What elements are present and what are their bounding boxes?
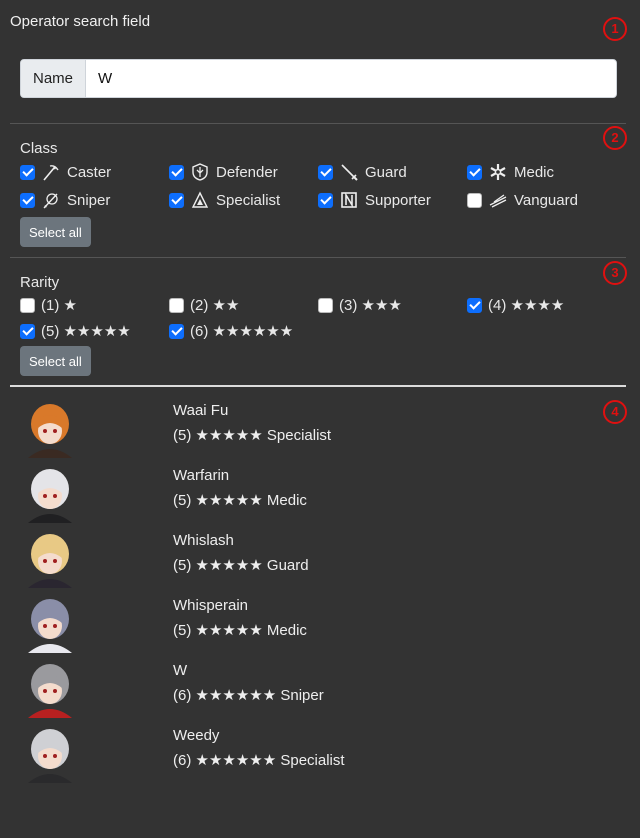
rarity-filter-option-label: (6) ★★★★★★ bbox=[190, 323, 294, 340]
class-filter-option[interactable]: Supporter bbox=[318, 189, 467, 211]
operator-result-item[interactable]: Whisperain (5) ★★★★★ Medic bbox=[20, 595, 620, 655]
rarity-filter-option-label: (3) ★★★ bbox=[339, 297, 402, 314]
rarity-filter-checkbox[interactable] bbox=[20, 297, 35, 313]
rarity-filter-option-label: (4) ★★★★ bbox=[488, 297, 565, 314]
rarity-filter-row-1: (1) ★ (2) ★★ (3) ★★★ (4) ★★★★ bbox=[20, 294, 616, 316]
rarity-filter-checkbox[interactable] bbox=[169, 323, 184, 339]
rarity-filter-option[interactable]: (1) ★ bbox=[20, 294, 169, 316]
operator-portrait bbox=[28, 469, 72, 523]
operator-name: Whisperain bbox=[173, 597, 249, 614]
class-filter-row-1: Caster Defender Guard Medic bbox=[20, 161, 616, 183]
class-filter-checkbox[interactable] bbox=[467, 164, 482, 180]
operator-name: Warfarin bbox=[173, 467, 230, 484]
class-filter-checkbox[interactable] bbox=[169, 192, 184, 208]
operator-result-item[interactable]: Waai Fu (5) ★★★★★ Specialist bbox=[20, 400, 620, 460]
class-filter-option-label: Supporter bbox=[365, 191, 431, 209]
operator-name: Weedy bbox=[173, 727, 220, 744]
name-field-label: Name bbox=[21, 60, 87, 97]
class-filter-checkbox[interactable] bbox=[169, 164, 184, 180]
sniper-icon bbox=[43, 193, 58, 209]
class-filter-option-label: Defender bbox=[216, 163, 278, 181]
rarity-select-all-button[interactable]: Select all bbox=[20, 346, 91, 376]
page-title: Operator search field bbox=[10, 13, 151, 30]
class-filter-option-label: Medic bbox=[514, 163, 555, 181]
class-filter-option[interactable]: Caster bbox=[20, 161, 169, 183]
rarity-filter-option[interactable]: (4) ★★★★ bbox=[467, 294, 616, 316]
results-divider bbox=[10, 385, 626, 387]
class-filter-option[interactable]: Sniper bbox=[20, 189, 169, 211]
rarity-filter-checkbox[interactable] bbox=[318, 297, 333, 313]
defender-icon bbox=[192, 163, 208, 181]
operator-portrait bbox=[28, 534, 72, 588]
operator-name: W bbox=[173, 662, 188, 679]
rarity-filter-checkbox[interactable] bbox=[467, 297, 482, 313]
name-search-input[interactable] bbox=[86, 60, 616, 97]
operator-result-item[interactable]: W (6) ★★★★★★ Sniper bbox=[20, 660, 620, 720]
medic-icon bbox=[490, 164, 506, 180]
class-filter-option[interactable]: Specialist bbox=[169, 189, 318, 211]
class-filter-checkbox[interactable] bbox=[467, 192, 482, 208]
rarity-filter-option-label: (2) ★★ bbox=[190, 297, 240, 314]
section-divider bbox=[10, 257, 626, 258]
rarity-filter-option[interactable]: (6) ★★★★★★ bbox=[169, 320, 318, 342]
class-filter-row-2: Sniper Specialist Supporter Vanguard bbox=[20, 189, 616, 211]
section-divider bbox=[10, 123, 626, 124]
class-filter-checkbox[interactable] bbox=[318, 192, 333, 208]
supporter-icon bbox=[341, 192, 357, 208]
rarity-filter-option-label: (1) ★ bbox=[41, 297, 77, 314]
class-filter-option[interactable]: Vanguard bbox=[467, 189, 616, 211]
class-filter-option-label: Guard bbox=[365, 163, 407, 181]
class-filter-option-label: Specialist bbox=[216, 191, 281, 209]
operator-result-item[interactable]: Warfarin (5) ★★★★★ Medic bbox=[20, 465, 620, 525]
operator-result-item[interactable]: Weedy (6) ★★★★★★ Specialist bbox=[20, 725, 620, 785]
guard-icon bbox=[341, 164, 358, 181]
vanguard-icon bbox=[489, 194, 507, 208]
class-filter-checkbox[interactable] bbox=[20, 164, 35, 180]
operator-rarity-class: (5) ★★★★★ Guard bbox=[173, 557, 309, 574]
operator-portrait bbox=[28, 664, 72, 718]
class-filter-option[interactable]: Medic bbox=[467, 161, 616, 183]
class-filter-option-label: Sniper bbox=[67, 191, 111, 209]
section-marker-2: 2 bbox=[603, 126, 627, 150]
operator-rarity-class: (5) ★★★★★ Medic bbox=[173, 622, 307, 639]
operator-name: Whislash bbox=[173, 532, 234, 549]
operator-portrait bbox=[28, 729, 72, 783]
caster-icon bbox=[43, 165, 59, 181]
rarity-filter-checkbox[interactable] bbox=[20, 323, 35, 339]
rarity-filter-label: Rarity bbox=[20, 274, 60, 291]
rarity-filter-option[interactable]: (5) ★★★★★ bbox=[20, 320, 169, 342]
class-filter-option-label: Vanguard bbox=[514, 191, 578, 209]
operator-name: Waai Fu bbox=[173, 402, 229, 419]
class-filter-option[interactable]: Defender bbox=[169, 161, 318, 183]
operator-portrait bbox=[28, 404, 72, 458]
section-marker-1: 1 bbox=[603, 17, 627, 41]
class-filter-label: Class bbox=[20, 140, 58, 157]
rarity-filter-option-label: (5) ★★★★★ bbox=[41, 323, 131, 340]
class-filter-checkbox[interactable] bbox=[318, 164, 333, 180]
class-filter-checkbox[interactable] bbox=[20, 192, 35, 208]
name-search-group: Name bbox=[20, 59, 617, 98]
rarity-filter-option[interactable]: (2) ★★ bbox=[169, 294, 318, 316]
specialist-icon bbox=[191, 191, 209, 208]
operator-rarity-class: (6) ★★★★★★ Sniper bbox=[173, 687, 324, 704]
operator-result-item[interactable]: Whislash (5) ★★★★★ Guard bbox=[20, 530, 620, 590]
rarity-filter-option[interactable]: (3) ★★★ bbox=[318, 294, 467, 316]
operator-portrait bbox=[28, 599, 72, 653]
operator-rarity-class: (5) ★★★★★ Specialist bbox=[173, 427, 332, 444]
class-filter-option-label: Caster bbox=[67, 163, 112, 181]
operator-rarity-class: (5) ★★★★★ Medic bbox=[173, 492, 307, 509]
section-marker-3: 3 bbox=[603, 261, 627, 285]
class-filter-option[interactable]: Guard bbox=[318, 161, 467, 183]
rarity-filter-row-2: (5) ★★★★★ (6) ★★★★★★ bbox=[20, 320, 318, 342]
operator-rarity-class: (6) ★★★★★★ Specialist bbox=[173, 752, 345, 769]
class-select-all-button[interactable]: Select all bbox=[20, 217, 91, 247]
rarity-filter-checkbox[interactable] bbox=[169, 297, 184, 313]
